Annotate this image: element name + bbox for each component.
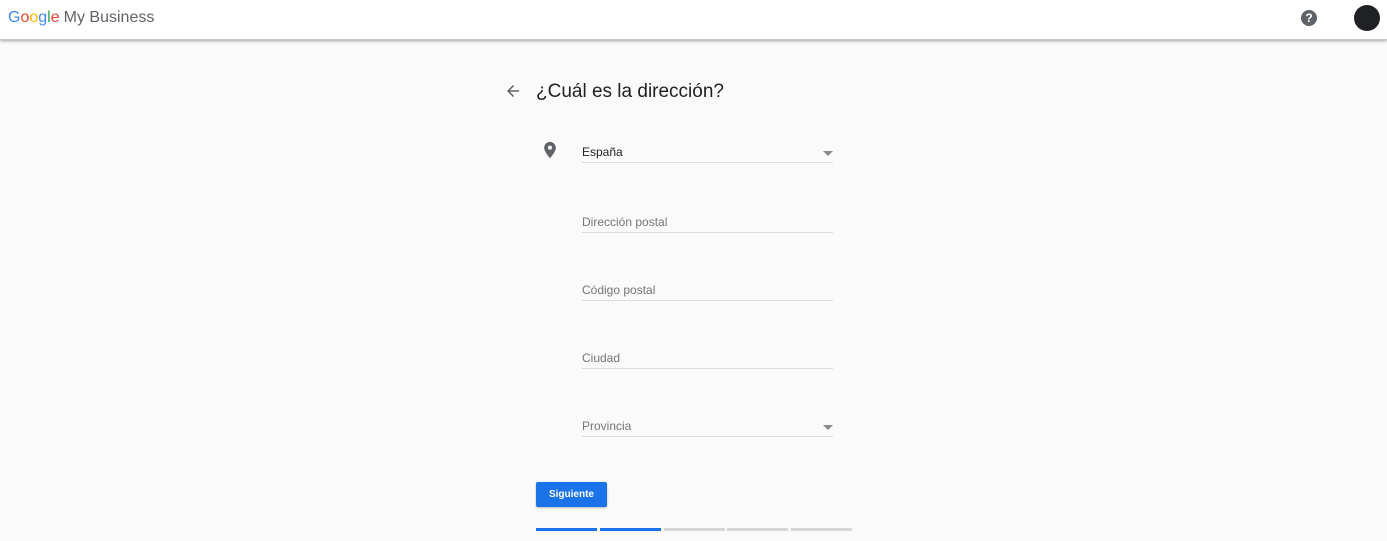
progress-step [727, 528, 789, 531]
location-pin-icon [544, 141, 556, 159]
step-progress-bar [536, 528, 852, 531]
city-input[interactable]: Ciudad [582, 347, 833, 369]
progress-step [599, 528, 661, 531]
dropdown-arrow-icon [823, 151, 833, 156]
progress-step [536, 528, 597, 531]
next-button[interactable]: Siguiente [536, 482, 607, 507]
progress-step [791, 528, 852, 531]
top-app-bar: Google My Business ? [0, 0, 1387, 40]
province-placeholder: Provincia [582, 419, 632, 433]
avatar[interactable] [1354, 5, 1380, 31]
city-placeholder: Ciudad [582, 351, 621, 365]
street-address-placeholder: Dirección postal [582, 215, 668, 229]
progress-step [663, 528, 725, 531]
page-title: ¿Cuál es la dirección? [536, 81, 724, 102]
postal-code-input[interactable]: Código postal [582, 279, 833, 301]
product-name: My Business [63, 9, 155, 26]
dropdown-arrow-icon [823, 425, 833, 430]
country-value: España [582, 145, 623, 159]
country-select[interactable]: España [582, 141, 833, 163]
arrow-back-icon[interactable] [504, 82, 522, 100]
postal-code-placeholder: Código postal [582, 283, 656, 297]
street-address-input[interactable]: Dirección postal [582, 211, 833, 233]
google-my-business-logo[interactable]: Google My Business [8, 9, 154, 27]
province-select[interactable]: Provincia [582, 415, 833, 437]
help-icon[interactable]: ? [1301, 10, 1317, 26]
